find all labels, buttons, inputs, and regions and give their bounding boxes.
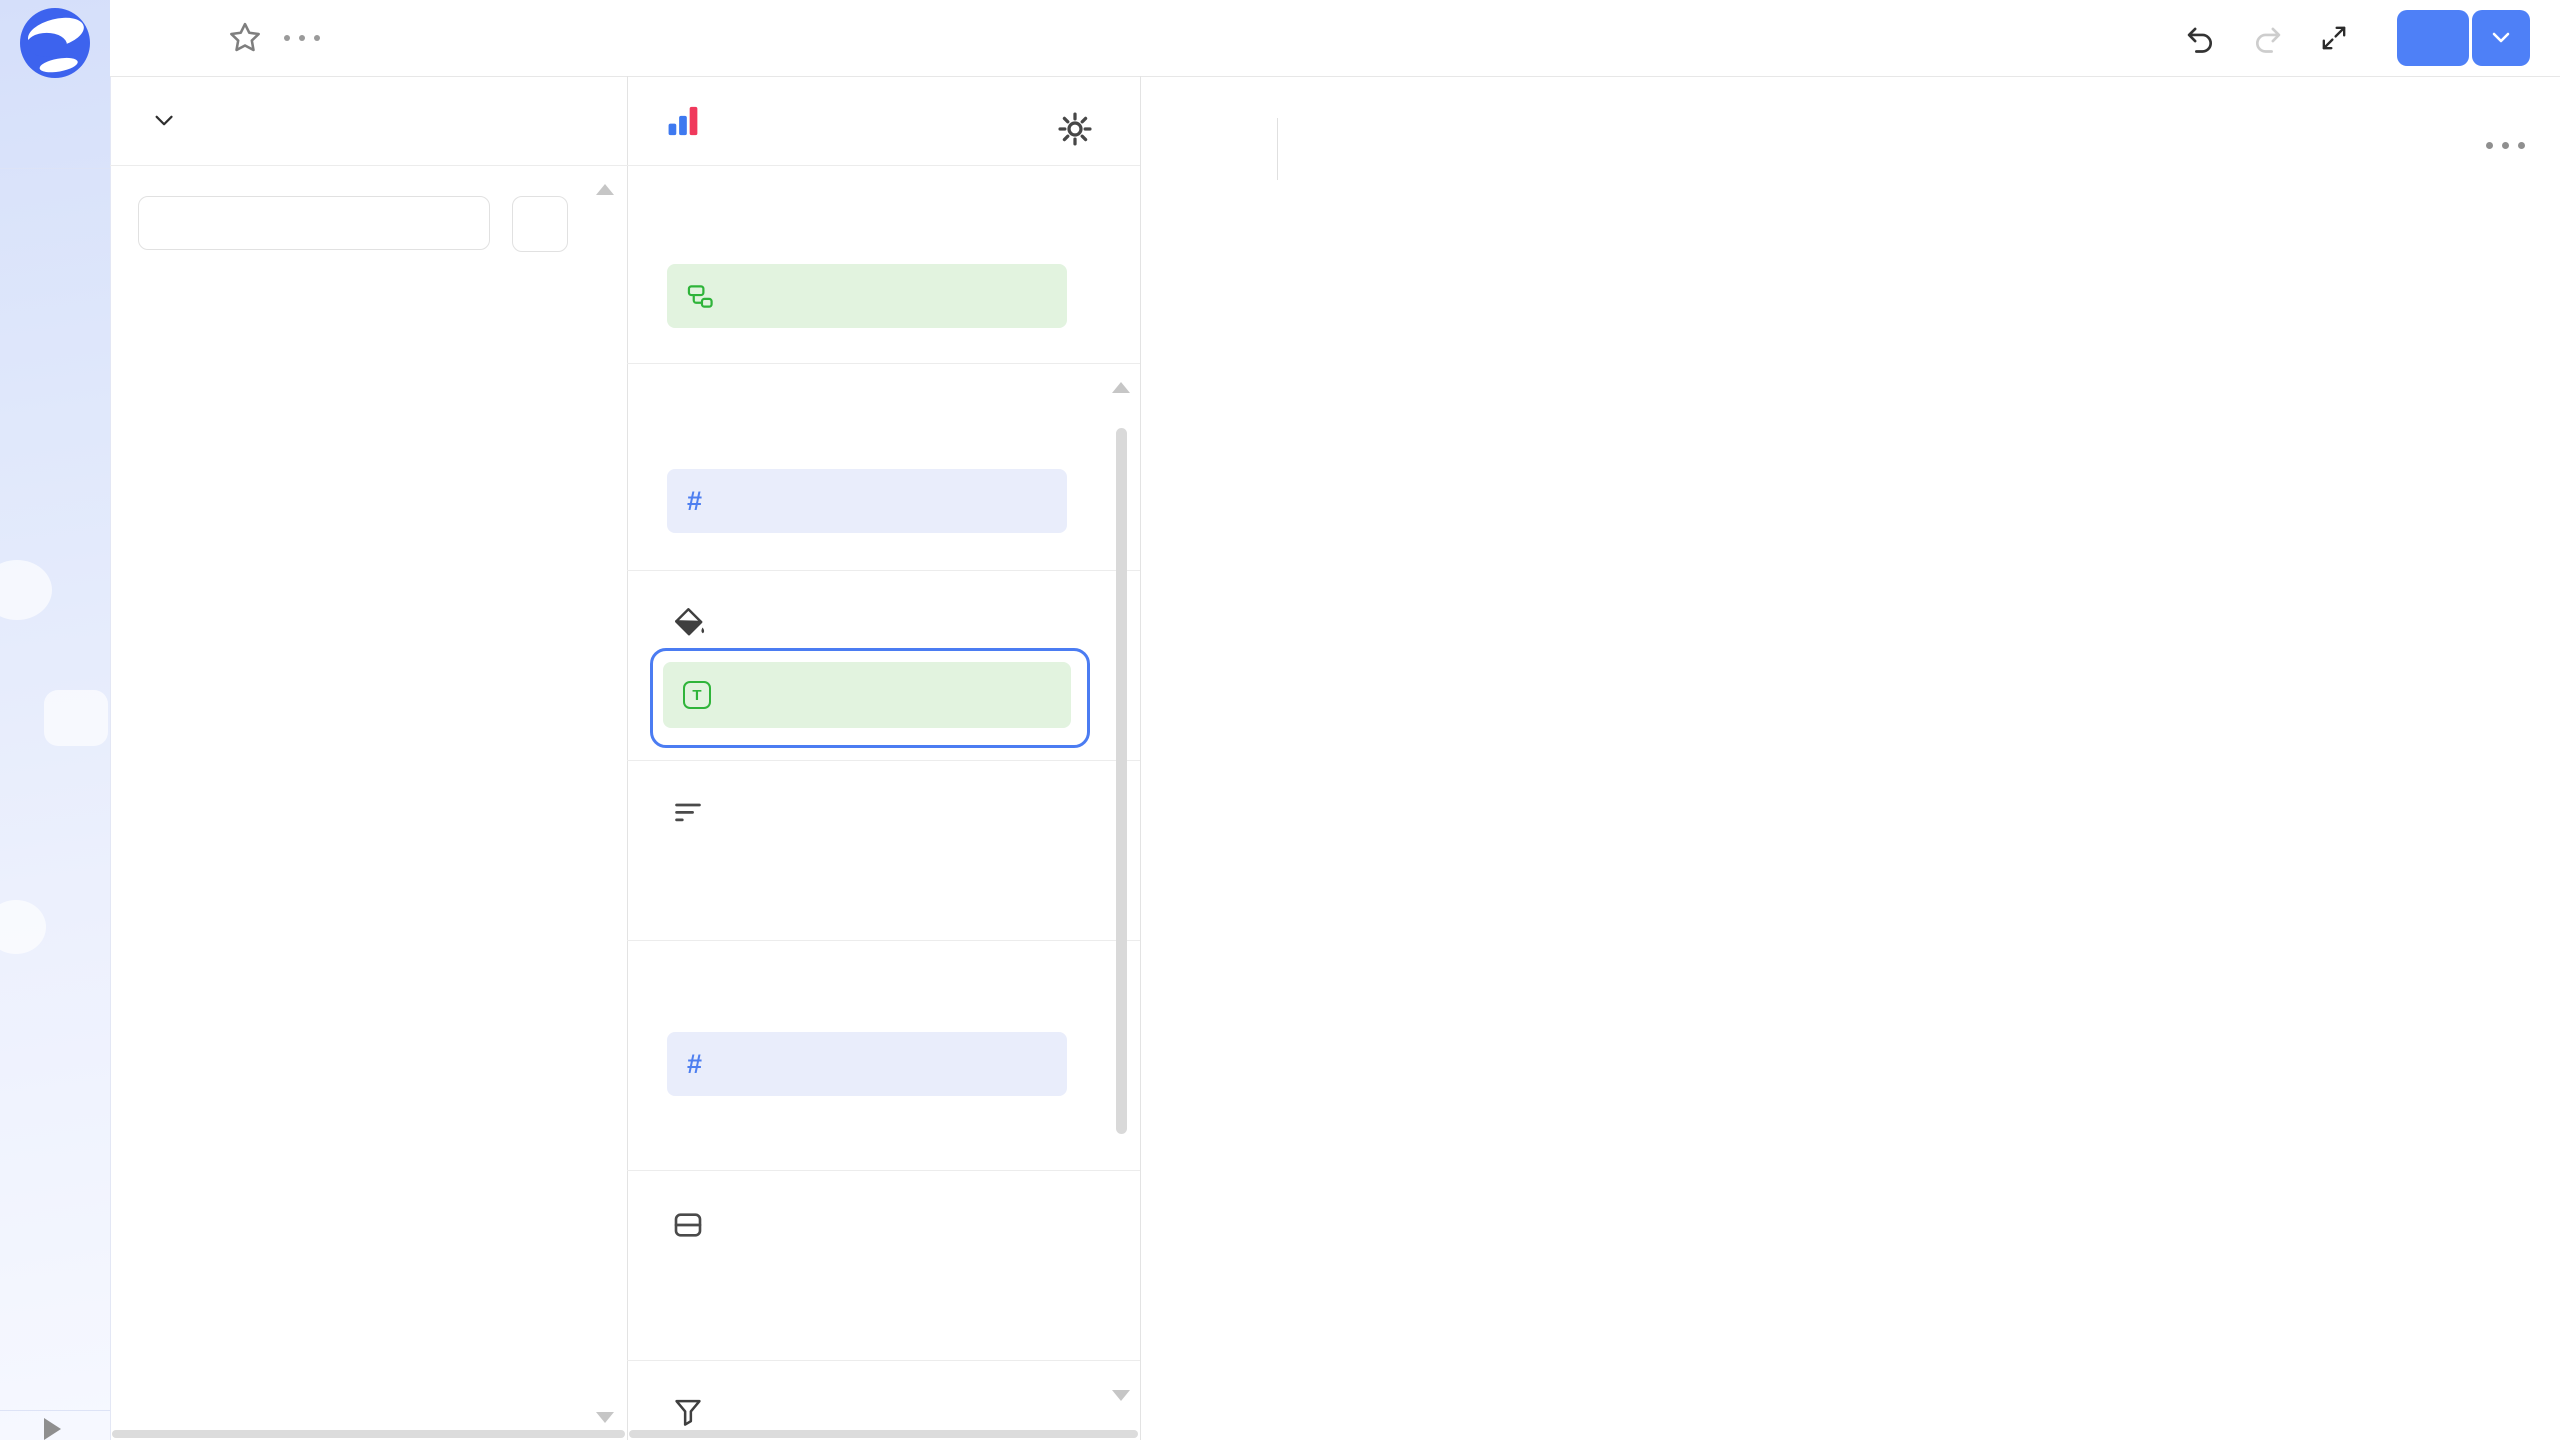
save-button[interactable]	[2397, 10, 2469, 66]
breadcrumb	[146, 0, 320, 76]
rail-decoration	[44, 690, 108, 746]
labels-field-chip[interactable]: #	[667, 1032, 1067, 1096]
divider	[627, 165, 1140, 166]
measure-hash-icon: #	[687, 486, 702, 517]
hierarchy-tree-icon	[687, 283, 714, 310]
paint-bucket-icon	[672, 605, 706, 639]
undo-icon[interactable]	[2183, 21, 2217, 55]
horizontal-scrollbar[interactable]	[112, 1430, 625, 1438]
split-icon	[672, 1209, 704, 1241]
datalens-wizard-app: # T	[0, 0, 2560, 1440]
divider	[110, 165, 627, 166]
section-colors	[672, 605, 730, 639]
scroll-down-icon[interactable]	[1112, 1390, 1130, 1401]
horizontal-scrollbar[interactable]	[629, 1430, 1138, 1438]
column-chart-type-icon[interactable]	[666, 103, 702, 139]
scroll-up-icon[interactable]	[596, 184, 614, 195]
scroll-down-icon[interactable]	[596, 1412, 614, 1423]
redo-icon[interactable]	[2251, 21, 2285, 55]
divider	[627, 760, 1140, 761]
add-field-button[interactable]	[512, 196, 568, 252]
divider	[627, 1360, 1140, 1361]
string-field-icon: T	[683, 681, 711, 709]
scroll-up-icon[interactable]	[1112, 382, 1130, 393]
save-options-button[interactable]	[2472, 10, 2530, 66]
dataset-collapse-chevron-icon[interactable]	[152, 108, 178, 134]
drill-path	[1300, 120, 1312, 176]
apps-grid-icon[interactable]	[27, 104, 83, 160]
section-sorting	[672, 797, 728, 829]
divider	[627, 363, 1140, 364]
rail-decoration	[0, 900, 46, 954]
more-actions-icon[interactable]	[284, 35, 320, 41]
datalens-logo-icon[interactable]	[20, 8, 90, 78]
field-search-input[interactable]	[138, 196, 490, 250]
y-field-chip[interactable]: #	[667, 469, 1067, 533]
top-bar	[110, 0, 2560, 77]
favorite-star-icon[interactable]	[227, 20, 263, 56]
rail-decoration	[0, 560, 52, 620]
rail-divider	[0, 1410, 110, 1411]
fullscreen-icon	[2319, 23, 2349, 53]
filter-funnel-icon	[672, 1396, 704, 1428]
left-navigation-rail	[0, 0, 111, 1440]
chart-menu-icon[interactable]	[2486, 142, 2525, 149]
panel-divider	[1140, 76, 1141, 1440]
measure-hash-icon: #	[687, 1049, 702, 1080]
divider	[627, 940, 1140, 941]
colors-field-chip[interactable]: T	[663, 662, 1071, 728]
x-field-chip[interactable]	[667, 264, 1067, 328]
section-filters	[672, 1396, 728, 1428]
chart-settings-gear-icon[interactable]	[1056, 110, 1094, 148]
divider	[1277, 118, 1278, 180]
divider	[627, 570, 1140, 571]
chevron-down-icon	[2487, 24, 2515, 52]
panel-divider	[627, 76, 628, 1440]
vertical-scrollbar-thumb[interactable]	[1116, 428, 1127, 1134]
sort-lines-icon	[672, 797, 704, 829]
fullscreen-control[interactable]	[2319, 23, 2363, 53]
divider	[627, 1170, 1140, 1171]
rail-expand-icon[interactable]	[44, 1418, 61, 1440]
rail-divider	[0, 168, 110, 169]
section-split	[672, 1209, 752, 1241]
